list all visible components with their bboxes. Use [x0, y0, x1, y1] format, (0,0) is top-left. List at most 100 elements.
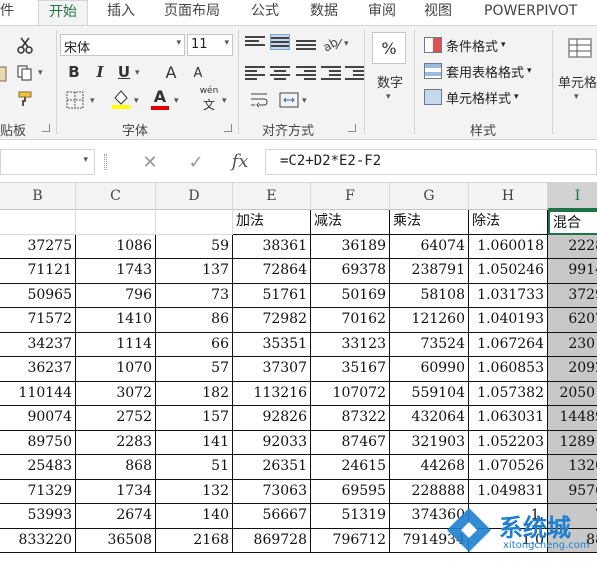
- table-cell[interactable]: 3729: [548, 283, 597, 308]
- table-cell[interactable]: 1.060853: [469, 357, 548, 382]
- table-cell[interactable]: 35351: [233, 332, 311, 357]
- formula-bar-grip[interactable]: [104, 154, 107, 170]
- enter-icon[interactable]: ✓: [186, 151, 206, 173]
- font-launcher-icon[interactable]: [224, 124, 232, 132]
- merge-dropdown-icon[interactable]: ▾: [302, 96, 307, 106]
- table-cell[interactable]: 51: [156, 455, 233, 480]
- tab-page-layout[interactable]: 页面布局: [164, 0, 228, 25]
- table-cell[interactable]: 26351: [233, 455, 311, 480]
- table-cell[interactable]: 2092: [548, 357, 597, 382]
- cancel-icon[interactable]: ✕: [140, 151, 160, 173]
- cell-styles-button[interactable]: 单元格样式 ▾: [424, 86, 519, 108]
- fill-color-dropdown-icon[interactable]: ▾: [134, 96, 139, 106]
- table-cell[interactable]: 1734: [76, 479, 156, 504]
- merge-center-icon[interactable]: [278, 90, 300, 110]
- align-center-icon[interactable]: [270, 64, 290, 80]
- number-dropdown-icon[interactable]: ▾: [386, 92, 391, 102]
- table-cell[interactable]: 141: [156, 430, 233, 455]
- header-cell[interactable]: 减法: [311, 210, 390, 235]
- copy-dropdown-icon[interactable]: ▾: [38, 68, 43, 78]
- chevron-down-icon[interactable]: ▾: [176, 38, 181, 48]
- table-cell[interactable]: 50965: [0, 283, 76, 308]
- font-color-button[interactable]: A: [150, 86, 170, 110]
- table-cell[interactable]: 37275: [0, 234, 76, 259]
- table-cell[interactable]: 1.052203: [469, 430, 548, 455]
- table-cell[interactable]: 38361: [233, 234, 311, 259]
- table-cell[interactable]: 73: [156, 283, 233, 308]
- font-name-combo[interactable]: 宋体 ▾: [60, 34, 185, 56]
- tab-view[interactable]: 视图: [424, 0, 458, 25]
- table-cell[interactable]: 868: [76, 455, 156, 480]
- table-cell[interactable]: 34237: [0, 332, 76, 357]
- borders-dropdown-icon[interactable]: ▾: [90, 96, 95, 106]
- table-cell[interactable]: 53993: [0, 504, 76, 529]
- table-cell[interactable]: 72864: [233, 259, 311, 284]
- table-cell[interactable]: 321903: [390, 430, 469, 455]
- header-cell[interactable]: 加法: [233, 210, 311, 235]
- format-painter-icon[interactable]: [14, 88, 36, 110]
- align-right-icon[interactable]: [296, 64, 316, 80]
- borders-icon[interactable]: [64, 90, 86, 110]
- table-cell[interactable]: 24615: [311, 455, 390, 480]
- header-cell[interactable]: 混合: [548, 210, 597, 235]
- table-cell[interactable]: 3072: [76, 381, 156, 406]
- header-cell[interactable]: [156, 210, 233, 235]
- name-box[interactable]: ▾: [0, 149, 95, 175]
- insert-function-icon[interactable]: fx: [228, 149, 252, 173]
- orientation-icon[interactable]: ab: [321, 32, 345, 54]
- table-cell[interactable]: 64074: [390, 234, 469, 259]
- chevron-down-icon[interactable]: ▾: [83, 155, 88, 165]
- table-cell[interactable]: 71121: [0, 259, 76, 284]
- column-header-e[interactable]: E: [233, 183, 311, 210]
- table-cell[interactable]: 182: [156, 381, 233, 406]
- tab-data[interactable]: 数据: [310, 0, 344, 25]
- table-cell[interactable]: 132: [156, 479, 233, 504]
- cut-icon[interactable]: [14, 34, 36, 56]
- alignment-launcher-icon[interactable]: [348, 124, 356, 132]
- table-cell[interactable]: 51761: [233, 283, 311, 308]
- column-header-c[interactable]: C: [76, 183, 156, 210]
- table-cell[interactable]: 1.060018: [469, 234, 548, 259]
- font-color-dropdown-icon[interactable]: ▾: [174, 96, 179, 106]
- header-cell[interactable]: 除法: [469, 210, 548, 235]
- number-format-percent-icon[interactable]: %: [372, 32, 406, 64]
- table-cell[interactable]: 2228: [548, 234, 597, 259]
- table-cell[interactable]: 90074: [0, 406, 76, 431]
- table-cell[interactable]: 1.063031: [469, 406, 548, 431]
- table-cell[interactable]: 1114: [76, 332, 156, 357]
- table-cell[interactable]: 71329: [0, 479, 76, 504]
- table-cell[interactable]: 1086: [76, 234, 156, 259]
- bold-button[interactable]: B: [66, 63, 82, 81]
- header-cell[interactable]: [0, 210, 76, 235]
- table-cell[interactable]: 1.070526: [469, 455, 548, 480]
- table-cell[interactable]: 1320: [548, 455, 597, 480]
- table-cell[interactable]: 1410: [76, 308, 156, 333]
- table-cell[interactable]: 87467: [311, 430, 390, 455]
- header-cell[interactable]: 乘法: [390, 210, 469, 235]
- table-cell[interactable]: 1070: [76, 357, 156, 382]
- table-cell[interactable]: 2674: [76, 504, 156, 529]
- table-cell[interactable]: 238791: [390, 259, 469, 284]
- table-cell[interactable]: 69378: [311, 259, 390, 284]
- table-cell[interactable]: 86: [156, 308, 233, 333]
- formula-input[interactable]: =C2+D2*E2-F2: [265, 149, 597, 175]
- align-middle-icon[interactable]: [270, 34, 290, 50]
- header-cell[interactable]: [76, 210, 156, 235]
- font-size-combo[interactable]: 11 ▾: [187, 34, 233, 56]
- table-cell[interactable]: 2168: [156, 528, 233, 553]
- table-cell[interactable]: 87322: [311, 406, 390, 431]
- table-cell[interactable]: 2752: [76, 406, 156, 431]
- increase-indent-icon[interactable]: [345, 64, 365, 80]
- tab-file[interactable]: 件: [0, 0, 18, 25]
- table-cell[interactable]: 869728: [233, 528, 311, 553]
- table-cell[interactable]: 73524: [390, 332, 469, 357]
- table-cell[interactable]: 157: [156, 406, 233, 431]
- table-cell[interactable]: 51319: [311, 504, 390, 529]
- table-cell[interactable]: 59: [156, 234, 233, 259]
- tab-home[interactable]: 开始: [38, 0, 88, 25]
- table-cell[interactable]: 1.067264: [469, 332, 548, 357]
- table-cell[interactable]: 1743: [76, 259, 156, 284]
- table-cell[interactable]: 796: [76, 283, 156, 308]
- column-header-i[interactable]: I: [548, 183, 597, 210]
- table-cell[interactable]: 36189: [311, 234, 390, 259]
